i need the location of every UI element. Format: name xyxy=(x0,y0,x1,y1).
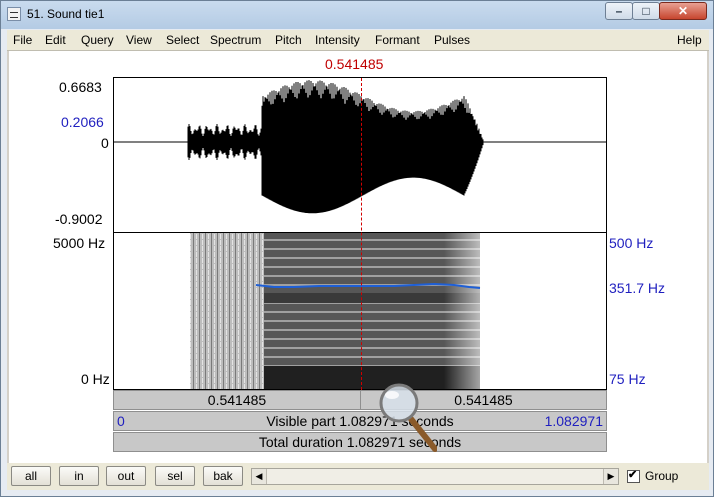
horizontal-scrollbar[interactable]: ◀ ▶ xyxy=(251,468,619,485)
title-bar[interactable]: 51. Sound tie1 – □ ✕ xyxy=(1,1,713,29)
window-icon xyxy=(7,7,21,21)
pitch-bottom-label: 75 Hz xyxy=(609,371,646,387)
group-checkbox[interactable]: ✔ xyxy=(627,469,640,484)
group-toggle[interactable]: ✔ Group xyxy=(627,469,679,484)
check-icon: ✔ xyxy=(628,469,638,482)
spectrogram-bottom-label: 0 Hz xyxy=(81,371,110,387)
client-area: File Edit Query View Select Spectrum Pit… xyxy=(7,30,709,490)
waveform-zero-label: 0 xyxy=(101,135,109,151)
menu-select[interactable]: Select xyxy=(166,33,199,47)
scroll-right-icon[interactable]: ▶ xyxy=(603,469,618,484)
waveform-pane[interactable] xyxy=(113,77,607,233)
selection-left-label[interactable]: 0.541485 xyxy=(114,391,360,409)
minimize-icon: – xyxy=(615,4,623,18)
waveform-cursor-value-label: 0.2066 xyxy=(61,114,104,130)
scroll-left-icon[interactable]: ◀ xyxy=(252,469,267,484)
editor-panel[interactable]: 0.541485 0.6683 0.2066 0 -0.9002 5000 Hz… xyxy=(9,51,707,463)
total-duration-bar[interactable]: Total duration 1.082971 seconds xyxy=(113,432,607,452)
window-title: 51. Sound tie1 xyxy=(27,7,105,21)
zoom-sel-button[interactable]: sel xyxy=(155,466,195,486)
menu-bar: File Edit Query View Select Spectrum Pit… xyxy=(7,30,709,51)
zoom-all-button[interactable]: all xyxy=(11,466,51,486)
pitch-value-label: 351.7 Hz xyxy=(609,280,666,296)
close-button[interactable]: ✕ xyxy=(659,2,707,20)
pitch-top-label: 500 Hz xyxy=(609,235,654,251)
menu-pulses[interactable]: Pulses xyxy=(434,33,470,47)
menu-intensity[interactable]: Intensity xyxy=(315,33,360,47)
waveform-min-label: -0.9002 xyxy=(55,211,103,227)
close-icon: ✕ xyxy=(677,4,689,18)
maximize-button[interactable]: □ xyxy=(632,2,660,20)
zoom-back-button[interactable]: bak xyxy=(203,466,243,486)
visible-part-label: Visible part 1.082971 seconds xyxy=(266,413,454,429)
praat-sound-window: 51. Sound tie1 – □ ✕ File Edit Query Vie… xyxy=(0,0,714,497)
maximize-icon: □ xyxy=(642,4,650,18)
menu-spectrum[interactable]: Spectrum xyxy=(210,33,261,47)
minimize-button[interactable]: – xyxy=(605,2,633,20)
selection-bar[interactable]: 0.541485 0.541485 xyxy=(113,390,607,410)
menu-formant[interactable]: Formant xyxy=(375,33,420,47)
zoom-in-button[interactable]: in xyxy=(59,466,99,486)
menu-file[interactable]: File xyxy=(13,33,32,47)
waveform-plot xyxy=(114,80,606,214)
zoom-out-button[interactable]: out xyxy=(106,466,146,486)
menu-query[interactable]: Query xyxy=(81,33,114,47)
visible-end-label: 1.082971 xyxy=(544,413,603,429)
control-bar: all in out sel bak ◀ ▶ ✔ Group xyxy=(7,463,709,490)
menu-help[interactable]: Help xyxy=(677,33,702,47)
menu-view[interactable]: View xyxy=(126,33,152,47)
menu-pitch[interactable]: Pitch xyxy=(275,33,302,47)
spectrogram-pane[interactable] xyxy=(113,233,607,390)
group-label: Group xyxy=(645,469,679,483)
cursor-line xyxy=(361,78,362,390)
spectrogram-top-label: 5000 Hz xyxy=(53,235,106,251)
visible-part-bar[interactable]: 0 Visible part 1.082971 seconds 1.082971 xyxy=(113,411,607,431)
magnifier-icon xyxy=(379,383,437,452)
spectrogram-plot xyxy=(190,233,481,389)
waveform-max-label: 0.6683 xyxy=(59,79,102,95)
menu-edit[interactable]: Edit xyxy=(45,33,66,47)
cursor-time-label: 0.541485 xyxy=(325,56,384,72)
